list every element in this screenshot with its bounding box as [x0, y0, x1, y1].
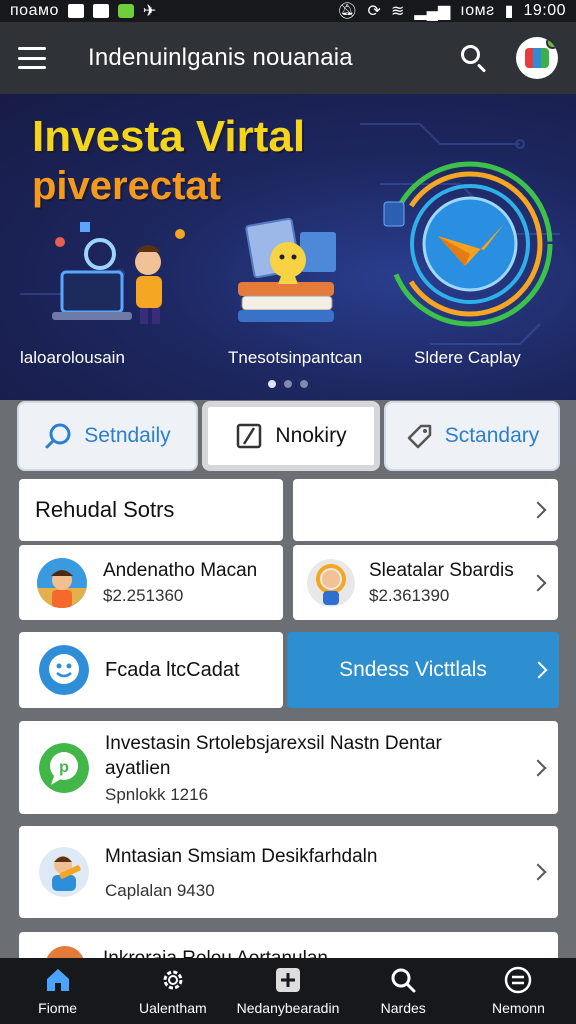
list-item[interactable]: Mntasian Smsiam Desikfarhdaln Caplalan 9… — [19, 826, 558, 918]
airplane-icon: ✈ — [142, 3, 157, 20]
person-avatar-icon — [37, 557, 87, 608]
product-card-a[interactable]: Andenatho Macan $2.251360 — [19, 545, 283, 620]
person-study-icon — [39, 847, 89, 897]
bottom-navigation: Fiome Ualentham Nedanybearadin Nardes Ne… — [0, 958, 576, 1024]
nav-label: Ualentham — [138, 1000, 207, 1016]
hero-subtitle: piverectat — [32, 164, 221, 208]
carrier-label: поамо — [10, 2, 59, 19]
quick-action-label: Nnokiry — [275, 424, 347, 447]
search-icon — [461, 45, 480, 64]
smiley-chat-icon — [39, 645, 89, 695]
section-title: Rehudal Sotrs — [35, 497, 175, 522]
list-item-title: Investasin Srtolebsjarexsil Nastn Dentar… — [105, 732, 442, 779]
signal-icon: ▂▄▆ — [414, 3, 451, 20]
books-illustration — [238, 217, 336, 322]
hero-caption-3: Sldere Caplay — [414, 348, 521, 367]
kid-laptop-illustration — [52, 222, 185, 324]
clock: 19:00 — [523, 2, 566, 19]
tag-icon — [407, 424, 431, 449]
magnifier-avatar-icon — [307, 558, 355, 607]
product-title: Sleatalar Sbardis — [369, 559, 514, 581]
product-title: Andenatho Macan — [103, 559, 258, 581]
nav-settings[interactable]: Ualentham — [115, 958, 230, 1024]
mail-icon — [67, 4, 84, 18]
product-price: $2.251360 — [103, 585, 184, 605]
app-title: Indenuinlganis nouanaia — [88, 44, 353, 71]
list-item-subtitle: Caplalan 9430 — [105, 880, 215, 900]
cta-label: Sndess Victtlals — [339, 658, 487, 681]
hero-banner[interactable]: Investa Virtal piverectat laloarolousain… — [0, 94, 576, 400]
cta-card[interactable]: Sndess Victtlals — [287, 632, 559, 708]
section-header-card: Rehudal Sotrs — [19, 479, 283, 541]
feedback-title: Fcada ltcCadat — [105, 658, 240, 681]
chevron-right-icon — [529, 759, 547, 776]
svg-text:p: p — [59, 759, 69, 776]
sync-icon: ⟳ — [367, 3, 381, 20]
online-indicator — [546, 37, 558, 49]
nav-home[interactable]: Fiome — [0, 958, 115, 1024]
battery-icon: ▮ — [504, 3, 514, 20]
carousel-dot[interactable] — [300, 380, 308, 388]
nav-label: Fiome — [38, 1000, 78, 1016]
carousel-indicator[interactable] — [268, 380, 308, 388]
gear-icon — [163, 970, 183, 990]
quick-action-label: Setndaily — [84, 424, 171, 447]
plus-box-icon — [276, 968, 300, 992]
product-price: $2.361390 — [369, 585, 450, 605]
nav-label: Nardes — [380, 1000, 426, 1016]
nav-search[interactable]: Nardes — [346, 958, 461, 1024]
search-button[interactable] — [458, 42, 490, 74]
chevron-right-icon — [529, 501, 547, 519]
carousel-dot[interactable] — [284, 380, 292, 388]
feedback-card[interactable]: Fcada ltcCadat — [19, 632, 283, 708]
network-label: ıoᴍƨ — [460, 2, 495, 19]
chat-icon — [92, 4, 109, 18]
wifi-icon: ≋ — [390, 3, 405, 20]
hero-title: Investa Virtal — [32, 112, 306, 161]
mute-icon: 🔕︎ — [337, 3, 358, 20]
list-item[interactable]: p Investasin Srtolebsjarexsil Nastn Dent… — [19, 721, 558, 814]
check-rings-illustration — [383, 161, 553, 327]
chevron-right-icon — [529, 574, 547, 591]
nav-label: Nemonn — [491, 1000, 545, 1016]
quick-action-tags[interactable]: Sctandary — [384, 401, 560, 471]
menu-circle-icon — [505, 966, 532, 994]
see-all-card[interactable] — [293, 479, 558, 541]
nav-add[interactable]: Nedanybearadin — [230, 958, 345, 1024]
list-item-title: Mntasian Smsiam Desikfarhdaln — [105, 845, 378, 867]
menu-button[interactable] — [18, 47, 46, 69]
message-icon: p — [39, 742, 89, 793]
chevron-right-icon — [529, 863, 547, 881]
nav-menu[interactable]: Nemonn — [461, 958, 576, 1024]
app-notification-icon — [117, 4, 134, 18]
hero-caption-1: laloarolousain — [20, 348, 125, 367]
quick-action-search[interactable]: Setndaily — [17, 401, 198, 471]
chevron-right-icon — [530, 661, 548, 679]
nav-label: Nedanybearadin — [236, 1000, 340, 1016]
home-icon — [46, 969, 69, 991]
search-icon — [45, 423, 71, 449]
carousel-dot[interactable] — [268, 380, 276, 388]
avatar[interactable] — [516, 37, 558, 79]
quick-action-label: Sctandary — [444, 424, 540, 447]
hero-caption-2: Tnesotsinpantcan — [228, 348, 363, 367]
hamburger-icon — [18, 47, 46, 50]
quick-action-notes[interactable]: Nnokiry — [202, 401, 380, 471]
app-bar: Indenuinlganis nouanaia — [0, 22, 576, 94]
list-item-subtitle: Spnlokk 1216 — [105, 784, 209, 804]
product-card-b[interactable]: Sleatalar Sbardis $2.361390 — [293, 545, 558, 620]
note-icon — [237, 423, 262, 449]
status-bar: поамо ✈ 🔕︎ ⟳ ≋ ▂▄▆ ıoᴍƨ ▮ 19:00 — [0, 0, 576, 22]
search-icon — [391, 968, 416, 993]
